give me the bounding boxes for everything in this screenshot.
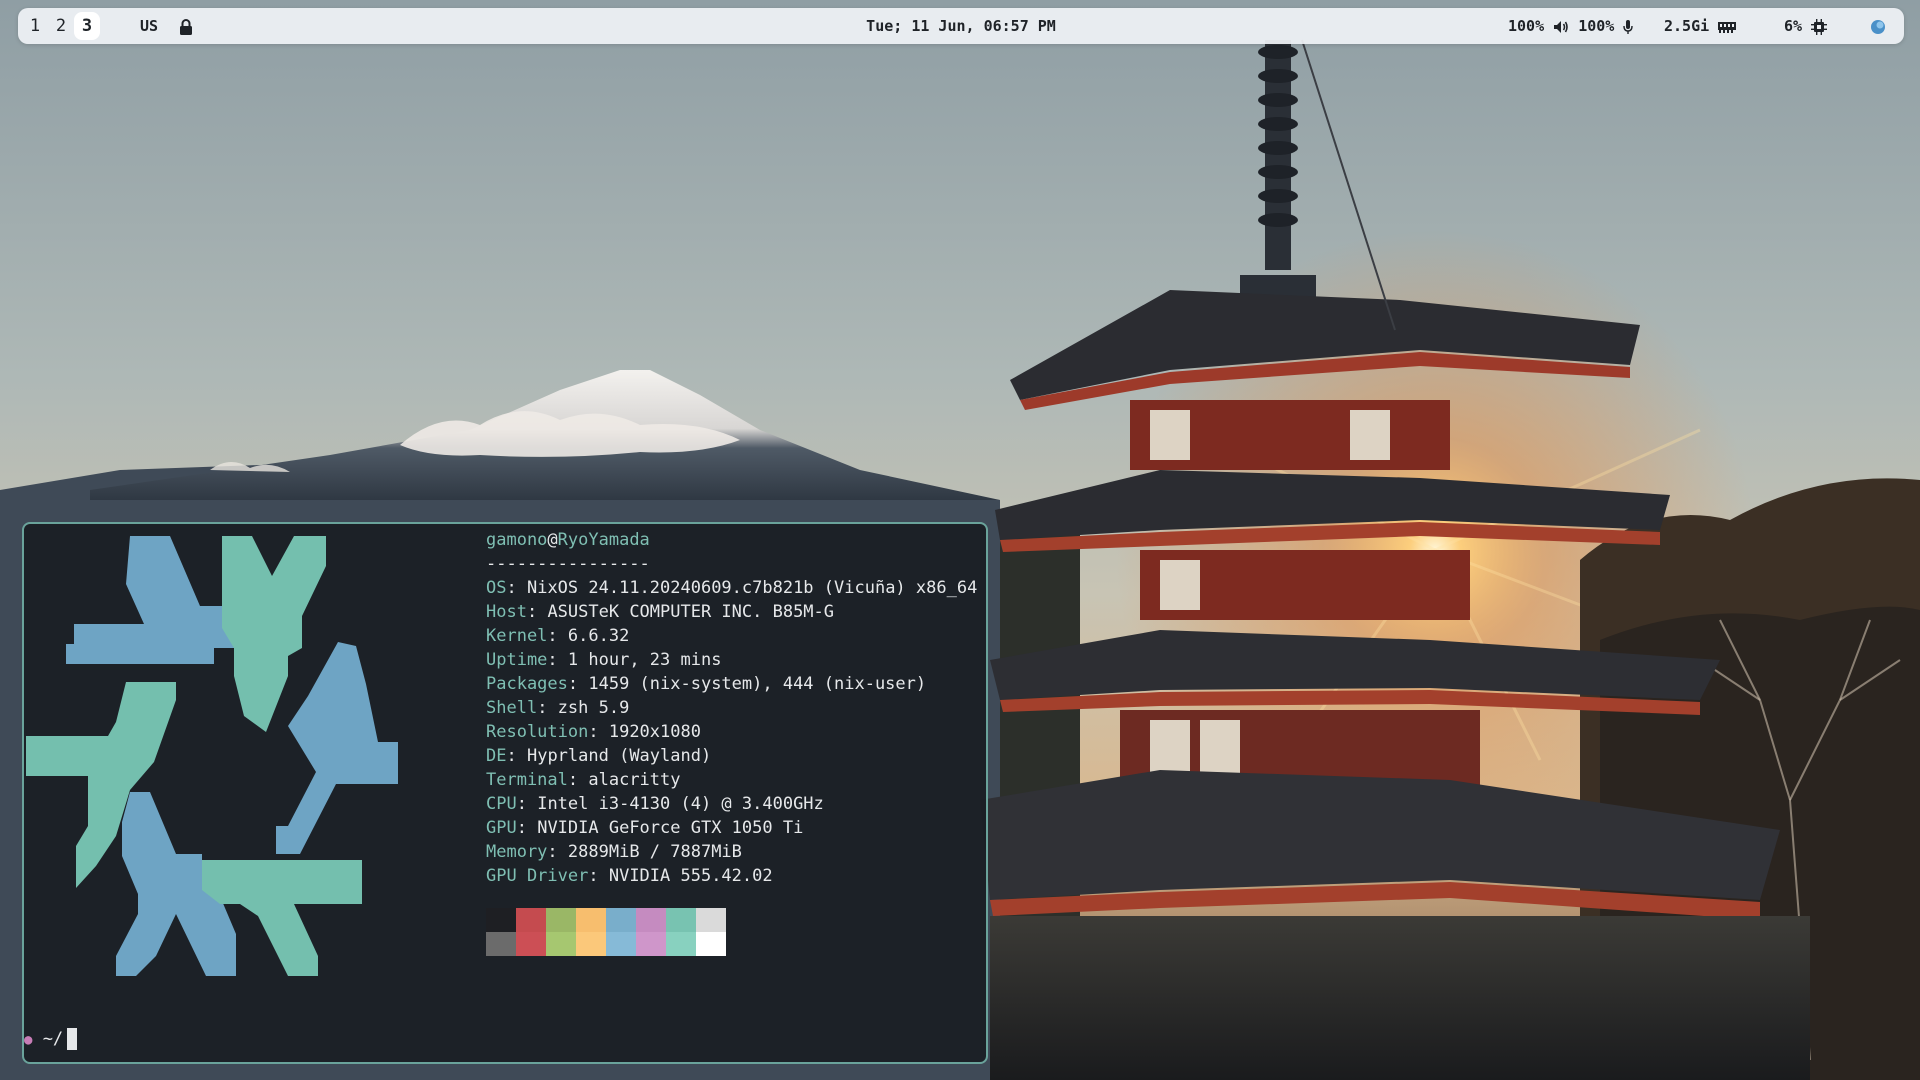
palette-swatch [636,908,666,932]
info-key: Kernel [486,626,548,646]
info-value: NVIDIA GeForce GTX 1050 Ti [537,818,804,838]
palette-swatch [546,932,576,956]
info-colon: : [506,578,527,598]
info-colon: : [547,650,568,670]
info-row: Uptime: 1 hour, 23 mins [486,648,977,672]
info-value: NVIDIA 555.42.02 [608,866,773,886]
info-colon: : [567,674,589,694]
prompt-path: ~/ [42,1029,64,1049]
terminal-window[interactable]: gamono@RyoYamada ---------------- OS: Ni… [22,522,988,1064]
palette-swatch [636,932,666,956]
palette-swatch [666,908,696,932]
top-bar: 1 2 3 US Tue; 11 Jun, 06:57 PM 100% 100% [18,8,1904,44]
info-value: ASUSTeK COMPUTER INC. B85M-G [547,602,835,622]
info-row: GPU: NVIDIA GeForce GTX 1050 Ti [486,816,977,840]
info-value: 1459 (nix-system), 444 (nix-user) [588,674,927,694]
info-key: Memory [486,842,548,862]
shell-prompt[interactable]: ● ~/ [24,1026,78,1052]
info-colon: : [516,818,538,838]
app-tray-icon[interactable] [1870,8,1886,44]
info-colon: : [567,770,589,790]
info-value: 2889MiB / 7887MiB [567,842,742,862]
info-key: DE [486,746,507,766]
memory-indicator[interactable]: 2.5Gi [1664,8,1737,44]
info-key: Packages [486,674,568,694]
cpu-value: 6% [1784,17,1803,35]
info-row: Terminal: alacritty [486,768,977,792]
palette-swatch [696,932,726,956]
palette-swatch [606,908,636,932]
cpu-icon [1811,17,1828,35]
info-value: alacritty [588,770,681,790]
info-row: Packages: 1459 (nix-system), 444 (nix-us… [486,672,977,696]
info-colon: : [547,842,568,862]
info-colon: : [588,722,609,742]
info-colon: : [547,626,568,646]
info-key: Uptime [486,650,548,670]
memory-value: 2.5Gi [1664,17,1710,35]
info-value: 6.6.32 [567,626,630,646]
info-key: GPU [486,818,517,838]
memory-icon [1718,17,1737,35]
apple-icon: ● [24,1032,33,1048]
info-row: GPU Driver: NVIDIA 555.42.02 [486,864,977,888]
palette-swatch [516,932,546,956]
color-palette [486,908,726,956]
palette-swatch [606,932,636,956]
info-key: Host [486,602,527,622]
info-value: 1920x1080 [608,722,701,742]
volume-value: 100% [1508,17,1545,35]
info-row: DE: Hyprland (Wayland) [486,744,977,768]
microphone-value: 100% [1578,17,1615,35]
palette-swatch [516,908,546,932]
info-key: GPU Driver [486,866,589,886]
palette-swatch [576,932,606,956]
palette-swatch [576,908,606,932]
info-row: CPU: Intel i3-4130 (4) @ 3.400GHz [486,792,977,816]
username: gamono [486,530,548,550]
info-value: zsh 5.9 [557,698,630,718]
info-colon: : [526,602,548,622]
info-row: OS: NixOS 24.11.20240609.c7b821b (Vicuña… [486,576,977,600]
info-key: OS [486,578,507,598]
info-colon: : [588,866,609,886]
palette-row-bright [486,932,726,956]
info-key: Shell [486,698,538,718]
palette-swatch [546,908,576,932]
palette-swatch [486,908,516,932]
volume-indicator[interactable]: 100% 100% [1508,8,1634,44]
info-value: NixOS 24.11.20240609.c7b821b (Vicuña) x8… [526,578,978,598]
palette-row-normal [486,908,726,932]
info-colon: : [516,794,538,814]
palette-swatch [666,932,696,956]
info-row: Shell: zsh 5.9 [486,696,977,720]
text-cursor [67,1028,78,1050]
info-value: 1 hour, 23 mins [567,650,722,670]
info-colon: : [506,746,527,766]
info-row: Memory: 2889MiB / 7887MiB [486,840,977,864]
palette-swatch [696,908,726,932]
hostname: RyoYamada [557,530,650,550]
info-key: Resolution [486,722,589,742]
info-row: Resolution: 1920x1080 [486,720,977,744]
nixos-logo [26,536,466,1010]
info-value: Intel i3-4130 (4) @ 3.400GHz [537,794,824,814]
separator-line: ---------------- [486,554,650,574]
at-sign: @ [547,530,558,550]
cpu-indicator[interactable]: 6% [1784,8,1828,44]
microphone-icon [1623,17,1634,35]
user-host-line: gamono@RyoYamada [486,528,977,552]
info-key: Terminal [486,770,568,790]
speaker-icon [1553,17,1578,35]
info-colon: : [537,698,558,718]
info-value: Hyprland (Wayland) [526,746,712,766]
system-info: gamono@RyoYamada ---------------- OS: Ni… [486,528,977,888]
info-row: Kernel: 6.6.32 [486,624,977,648]
palette-swatch [486,932,516,956]
info-key: CPU [486,794,517,814]
info-row: Host: ASUSTeK COMPUTER INC. B85M-G [486,600,977,624]
